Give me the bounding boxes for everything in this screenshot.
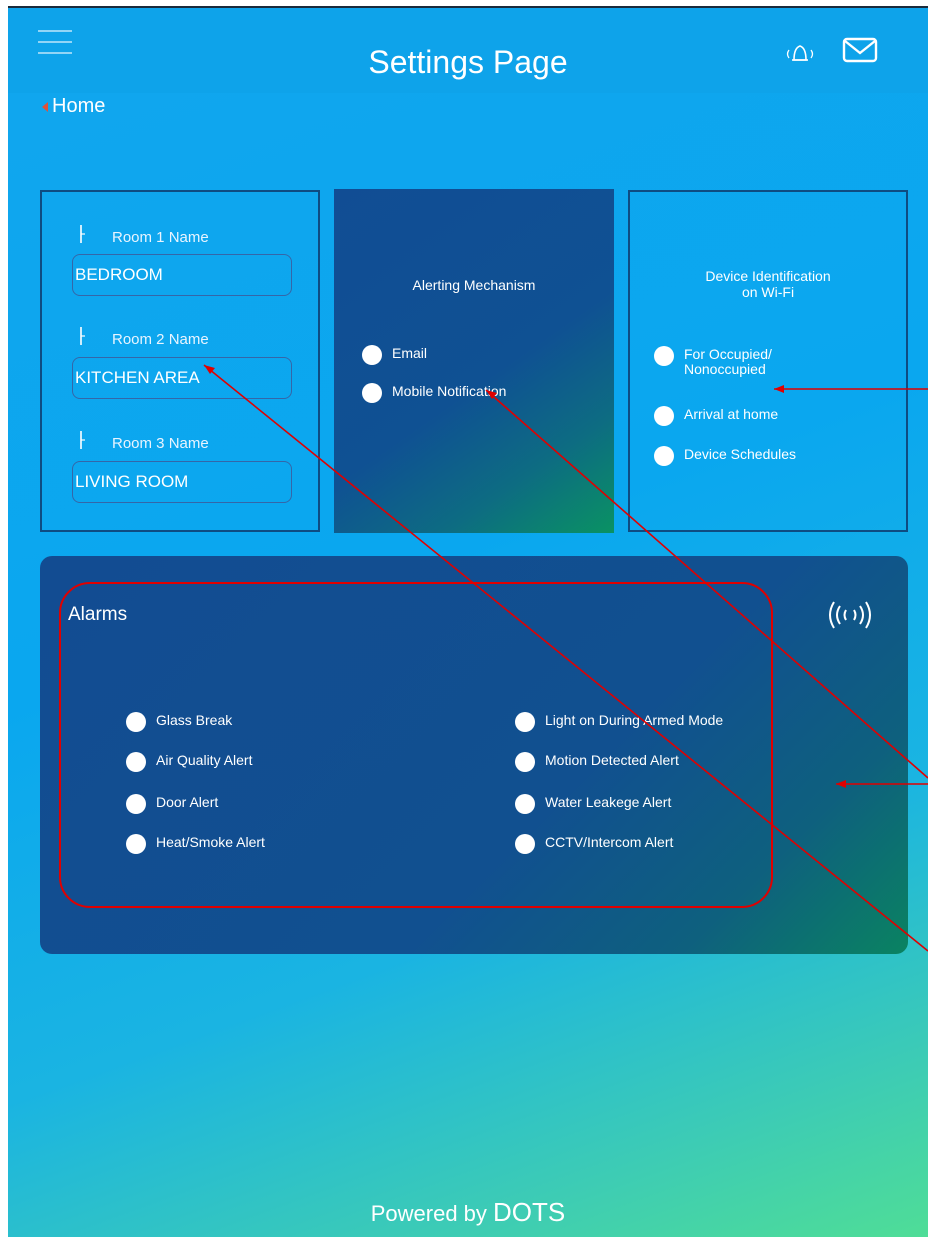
back-label: Home (52, 95, 106, 117)
mail-icon[interactable] (842, 36, 878, 64)
radio-button[interactable] (126, 794, 146, 814)
radio-button[interactable] (126, 752, 146, 772)
alerting-mechanism-panel: Alerting Mechanism Email Mobile Notifica… (334, 189, 614, 533)
option-label: Water Leakege Alert (545, 794, 672, 810)
option-label: Air Quality Alert (156, 752, 253, 768)
radio-button[interactable] (654, 346, 674, 366)
option-line: Nonoccupied (684, 361, 766, 377)
device-identification-panel: Device Identification on Wi-Fi For Occup… (628, 190, 908, 532)
alerting-option-email[interactable]: Email (362, 345, 427, 365)
alarms-title: Alarms (68, 604, 128, 625)
settings-page: Settings Page Home Room 1 Name Room 2 Na… (8, 6, 928, 1237)
footer-brand: DOTS (493, 1197, 566, 1227)
back-link-home[interactable]: Home (42, 95, 105, 118)
alerting-option-mobile-notification[interactable]: Mobile Notification (362, 383, 506, 403)
footer-powered-by: Powered by DOTS (8, 1197, 928, 1228)
alarm-light-armed-mode[interactable]: Light on During Armed Mode (515, 712, 723, 732)
antenna-signal-icon (829, 601, 871, 629)
room-2-label: Room 2 Name (112, 331, 209, 348)
option-label: For Occupied/ Nonoccupied (684, 346, 772, 377)
back-arrow-icon (42, 101, 48, 112)
alerting-mechanism-title: Alerting Mechanism (412, 277, 536, 293)
alarms-panel: Alarms Glass Break Air Quality Alert Doo… (40, 556, 908, 954)
door-icon (80, 225, 85, 243)
option-label: Light on During Armed Mode (545, 712, 724, 728)
option-label: Arrival at home (684, 406, 779, 422)
room-1-label: Room 1 Name (112, 229, 209, 246)
option-label: Email (392, 345, 428, 361)
room-3-name-input[interactable] (72, 461, 292, 503)
title-line: on Wi-Fi (741, 284, 795, 300)
option-label: CCTV/Intercom Alert (545, 834, 674, 850)
option-label: Device Schedules (684, 446, 797, 462)
radio-button[interactable] (515, 752, 535, 772)
radio-button[interactable] (126, 712, 146, 732)
radio-button[interactable] (654, 406, 674, 426)
radio-button[interactable] (515, 834, 535, 854)
title-line: Device Identification (705, 268, 831, 284)
radio-button[interactable] (654, 446, 674, 466)
wifi-option-arrival[interactable]: Arrival at home (654, 406, 778, 426)
room-2-name-input[interactable] (72, 357, 292, 399)
alarm-cctv-intercom[interactable]: CCTV/Intercom Alert (515, 834, 673, 854)
radio-button[interactable] (515, 712, 535, 732)
app-header: Settings Page (8, 8, 928, 93)
door-icon (80, 327, 85, 345)
device-identification-title: Device Identification on Wi-Fi (630, 268, 906, 300)
radio-button[interactable] (362, 383, 382, 403)
room-names-panel: Room 1 Name Room 2 Name Room 3 Name (40, 190, 320, 532)
option-label: Mobile Notification (392, 383, 507, 399)
radio-button[interactable] (126, 834, 146, 854)
bell-icon[interactable] (784, 38, 816, 66)
wifi-option-schedules[interactable]: Device Schedules (654, 446, 796, 466)
footer-prefix: Powered by (370, 1201, 487, 1226)
alarm-glass-break[interactable]: Glass Break (126, 712, 232, 732)
wifi-option-occupied[interactable]: For Occupied/ Nonoccupied (654, 346, 772, 377)
alarm-motion-detected[interactable]: Motion Detected Alert (515, 752, 679, 772)
alarm-air-quality[interactable]: Air Quality Alert (126, 752, 252, 772)
option-label: Heat/Smoke Alert (156, 834, 265, 850)
room-1-name-input[interactable] (72, 254, 292, 296)
option-label: Door Alert (156, 794, 219, 810)
option-label: Glass Break (156, 712, 233, 728)
alarm-door[interactable]: Door Alert (126, 794, 218, 814)
alarm-heat-smoke[interactable]: Heat/Smoke Alert (126, 834, 265, 854)
alarm-water-leakage[interactable]: Water Leakege Alert (515, 794, 671, 814)
room-3-label: Room 3 Name (112, 435, 209, 452)
option-line: For Occupied/ (684, 346, 772, 362)
door-icon (80, 431, 85, 449)
option-label: Motion Detected Alert (545, 752, 679, 768)
radio-button[interactable] (362, 345, 382, 365)
radio-button[interactable] (515, 794, 535, 814)
